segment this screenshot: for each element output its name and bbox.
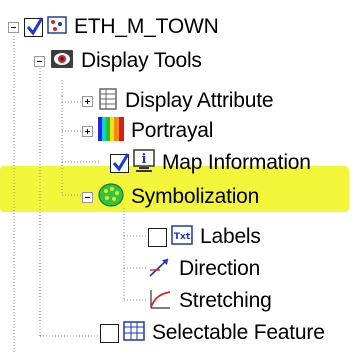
table-icon	[98, 87, 118, 115]
tree-node-display-tools[interactable]: Display Tools	[34, 46, 202, 76]
tree-node-label: Display Tools	[81, 49, 202, 72]
map-information-checkbox[interactable]	[110, 152, 130, 173]
tree-node-label: Selectable Feature	[152, 321, 325, 344]
tree-node-label: Stretching	[179, 289, 272, 312]
collapse-toggle[interactable]	[82, 191, 93, 203]
tree-node-label: Labels	[200, 225, 261, 248]
tree-node-stretching[interactable]: Stretching	[148, 286, 272, 316]
tree-node-display-attribute[interactable]: Display Attribute	[82, 86, 274, 116]
symbol-palette-icon	[98, 182, 124, 212]
selectable-features-checkbox[interactable]	[100, 323, 119, 343]
arrow-direction-icon	[148, 256, 172, 283]
root-layer-checkbox[interactable]	[24, 16, 44, 37]
checkmark-icon	[26, 16, 44, 36]
tree-node-root[interactable]: ETH_M_TOWN	[8, 12, 219, 42]
grid-table-icon	[123, 320, 145, 346]
expand-toggle[interactable]	[82, 95, 93, 107]
display-tools-icon	[50, 49, 74, 74]
tree-node-label: Portrayal	[131, 119, 214, 142]
tree-node-labels[interactable]: Txt Labels	[148, 222, 261, 252]
tree-node-symbolization[interactable]: Symbolization	[82, 182, 259, 212]
stretch-curve-icon	[148, 288, 172, 315]
checkmark-icon	[112, 152, 130, 172]
tree-node-direction[interactable]: Direction	[148, 254, 260, 284]
text-label-icon: Txt	[171, 224, 193, 250]
layer-tree-panel: ETH_M_TOWN Display Tools Display Attribu…	[0, 0, 361, 352]
layer-icon	[47, 15, 67, 39]
tree-node-label: ETH_M_TOWN	[74, 15, 219, 38]
svg-text:i: i	[142, 152, 147, 167]
tree-node-label: Direction	[179, 257, 261, 280]
tree-node-selectable-features[interactable]: Selectable Feature	[100, 318, 325, 348]
labels-checkbox[interactable]	[148, 227, 167, 247]
expand-toggle[interactable]	[82, 125, 93, 137]
tree-node-label: Display Attribute	[125, 89, 274, 112]
tree-node-map-information[interactable]: i Map Information	[110, 148, 311, 178]
tree-node-label: Map Information	[162, 151, 311, 174]
collapse-toggle[interactable]	[34, 55, 45, 67]
tree-node-portrayal[interactable]: Portrayal	[82, 116, 213, 146]
collapse-toggle[interactable]	[8, 21, 19, 33]
svg-text:Txt: Txt	[174, 232, 191, 242]
tree-node-label: Symbolization	[131, 185, 260, 208]
color-bars-icon	[98, 116, 124, 146]
info-icon: i	[133, 148, 155, 178]
